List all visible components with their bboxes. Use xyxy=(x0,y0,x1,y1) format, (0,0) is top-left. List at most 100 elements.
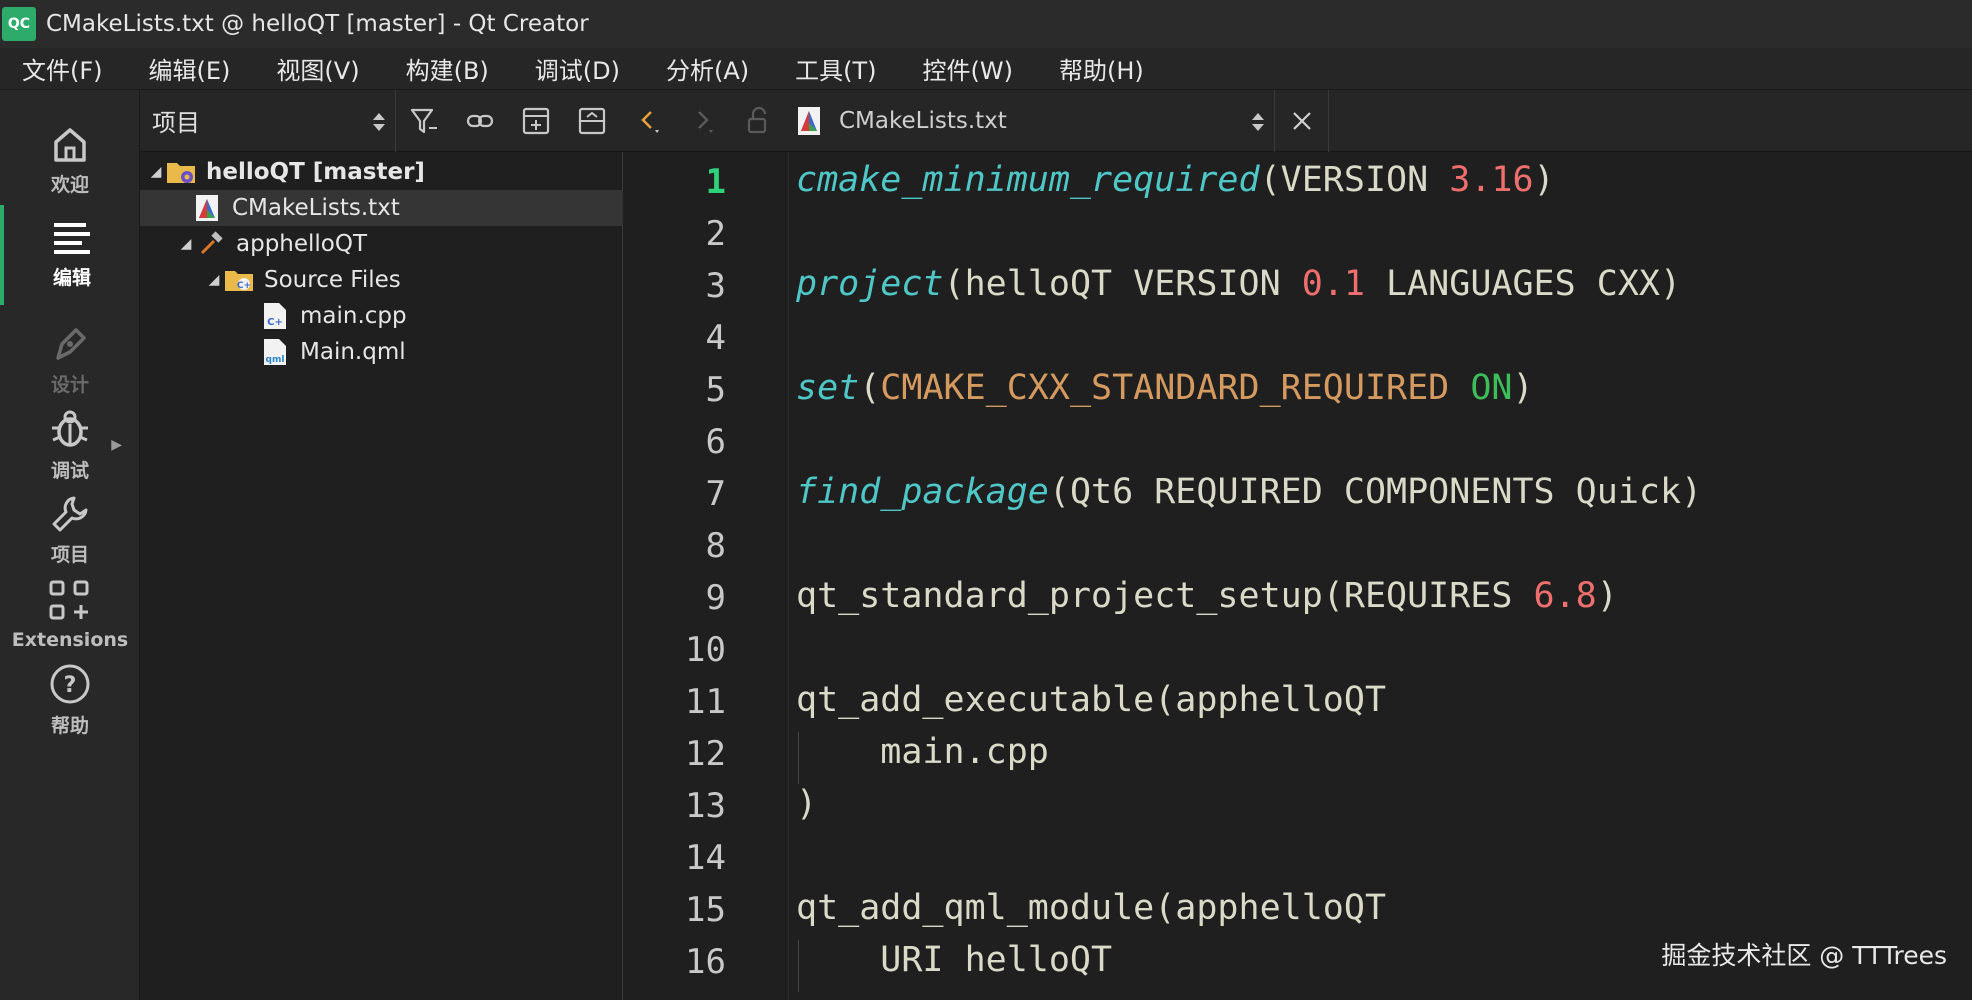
close-document-button[interactable] xyxy=(1275,89,1329,152)
qml-file-icon: qml xyxy=(260,337,290,367)
collapse-panel-icon xyxy=(578,107,606,134)
collapse-arrow-icon[interactable]: ◢ xyxy=(176,236,196,252)
menu-edit[interactable]: 编辑(E) xyxy=(139,49,241,88)
line-number: 10 xyxy=(685,630,726,670)
filter-icon xyxy=(410,108,437,133)
project-panel-toolbar: 项目 xyxy=(140,89,623,152)
close-sidebar-button[interactable] xyxy=(564,90,620,152)
line-number: 12 xyxy=(685,734,726,774)
title-bar: QC CMakeLists.txt @ helloQT [master] - Q… xyxy=(0,0,1972,48)
menu-debug[interactable]: 调试(D) xyxy=(525,49,630,88)
cmake-icon xyxy=(798,106,820,135)
collapse-arrow-icon[interactable]: ◢ xyxy=(204,272,224,288)
view-selector[interactable]: 项目 xyxy=(140,89,396,152)
code-line: find_package(Qt6 REQUIRED COMPONENTS Qui… xyxy=(796,472,1702,512)
code-token: cmake_minimum_required xyxy=(796,160,1260,200)
code-token: project xyxy=(796,264,944,304)
home-icon xyxy=(54,127,86,162)
tree-item-source-files[interactable]: ◢ C+ Source Files xyxy=(140,262,623,298)
tree-item-apphelloqt[interactable]: ◢ apphelloQT xyxy=(140,226,623,262)
view-selector-label: 项目 xyxy=(152,109,200,137)
open-documents-combo[interactable]: CMakeLists.txt xyxy=(785,89,1275,152)
tree-item-project[interactable]: ◢ helloQT [master] xyxy=(140,154,623,190)
mode-edit[interactable]: 编辑 xyxy=(0,205,140,305)
lock-button[interactable] xyxy=(731,90,785,152)
code-line: qt_standard_project_setup(REQUIRES 6.8) xyxy=(796,576,1618,616)
line-number: 6 xyxy=(705,422,726,462)
code-token: qt_standard_project_setup(REQUIRES xyxy=(796,576,1534,616)
line-number-gutter: 1 2 3 4 5 6 7 8 9 10 11 12 13 14 15 16 xyxy=(623,152,789,1000)
code-line: project(helloQT VERSION 0.1 LANGUAGES CX… xyxy=(796,264,1681,304)
menu-file[interactable]: 文件(F) xyxy=(12,49,113,88)
filter-button[interactable] xyxy=(396,90,452,152)
svg-text:C+: C+ xyxy=(237,281,251,291)
menu-widgets[interactable]: 控件(W) xyxy=(913,49,1023,88)
menu-help[interactable]: 帮助(H) xyxy=(1049,49,1154,88)
code-line: qt_add_executable(apphelloQT xyxy=(796,680,1386,720)
source-folder-icon: C+ xyxy=(224,265,254,295)
updown-arrows-icon xyxy=(1252,112,1264,131)
menu-tools[interactable]: 工具(T) xyxy=(785,49,886,88)
cpp-file-icon: C+ xyxy=(260,301,290,331)
code-line: URI helloQT xyxy=(796,940,1112,980)
code-token: LANGUAGES CXX) xyxy=(1364,264,1682,304)
mode-help[interactable]: ? 帮助 xyxy=(0,650,140,750)
link-editor-button[interactable] xyxy=(452,90,508,152)
window-title: CMakeLists.txt @ helloQT [master] - Qt C… xyxy=(46,11,589,37)
menu-view[interactable]: 视图(V) xyxy=(266,49,369,88)
code-token: qt_add_qml_module(apphelloQT xyxy=(796,888,1387,928)
split-button[interactable] xyxy=(508,90,564,152)
collapse-arrow-icon[interactable]: ◢ xyxy=(146,164,166,180)
code-token: ) xyxy=(796,784,818,824)
current-file-name: CMakeLists.txt xyxy=(839,107,1007,134)
tree-item-label: main.cpp xyxy=(300,303,407,329)
line-number: 9 xyxy=(705,578,726,618)
tree-item-label: CMakeLists.txt xyxy=(232,195,400,221)
editor-toolbar: CMakeLists.txt xyxy=(623,89,1972,152)
tree-item-label: helloQT [master] xyxy=(206,159,425,185)
unlock-icon xyxy=(747,106,767,133)
hammer-icon xyxy=(196,229,226,259)
qt-creator-logo-icon: QC xyxy=(2,7,36,41)
wrench-icon xyxy=(52,496,88,531)
help-circle-icon: ? xyxy=(50,664,90,703)
mode-welcome[interactable]: 欢迎 xyxy=(0,110,140,210)
tree-item-cmakelists[interactable]: CMakeLists.txt xyxy=(140,190,623,226)
code-line: main.cpp xyxy=(796,732,1049,772)
go-forward-button[interactable] xyxy=(677,90,731,152)
code-line: set(CMAKE_CXX_STANDARD_REQUIRED ON) xyxy=(796,368,1534,408)
code-token: URI helloQT xyxy=(796,940,1113,980)
back-arrow-icon xyxy=(641,110,659,133)
menu-build[interactable]: 构建(B) xyxy=(396,49,499,88)
code-editor[interactable]: cmake_minimum_required(VERSION 3.16) proj… xyxy=(790,152,1972,1000)
code-token: ) xyxy=(1533,160,1555,200)
project-folder-icon xyxy=(166,157,196,187)
mode-label: 帮助 xyxy=(50,714,89,737)
code-token: main.cpp xyxy=(796,732,1049,772)
menu-analyze[interactable]: 分析(A) xyxy=(656,49,759,88)
line-number: 11 xyxy=(685,682,726,722)
forward-arrow-icon xyxy=(698,110,713,133)
code-token: ) xyxy=(1512,368,1534,408)
mode-sidebar: 欢迎 编辑 设计 调试 ▶ 项目 Extensions ? 帮助 xyxy=(0,90,140,1000)
tree-item-main-qml[interactable]: qml Main.qml xyxy=(140,334,623,370)
cmake-icon xyxy=(192,193,222,223)
extensions-grid-icon xyxy=(49,580,89,620)
project-tree: ◢ helloQT [master] CMakeLists.txt ◢ apph… xyxy=(140,152,623,1000)
close-icon xyxy=(1292,111,1311,130)
code-token: qt_add_executable(apphelloQT xyxy=(796,680,1387,720)
code-line: ) xyxy=(796,784,817,824)
code-token: ON xyxy=(1470,368,1513,408)
code-line: cmake_minimum_required(VERSION 3.16) xyxy=(796,160,1555,200)
code-line: qt_add_qml_module(apphelloQT xyxy=(796,888,1386,928)
tree-item-main-cpp[interactable]: C+ main.cpp xyxy=(140,298,623,334)
code-token: 0.1 xyxy=(1301,264,1365,304)
code-token: (helloQT VERSION xyxy=(943,264,1302,304)
mode-label: 项目 xyxy=(50,543,89,566)
edit-lines-icon xyxy=(54,222,90,254)
expand-arrow-icon[interactable]: ▶ xyxy=(111,437,122,453)
go-back-button[interactable] xyxy=(623,90,677,152)
mode-label: 欢迎 xyxy=(50,173,89,196)
line-number: 15 xyxy=(685,890,726,930)
